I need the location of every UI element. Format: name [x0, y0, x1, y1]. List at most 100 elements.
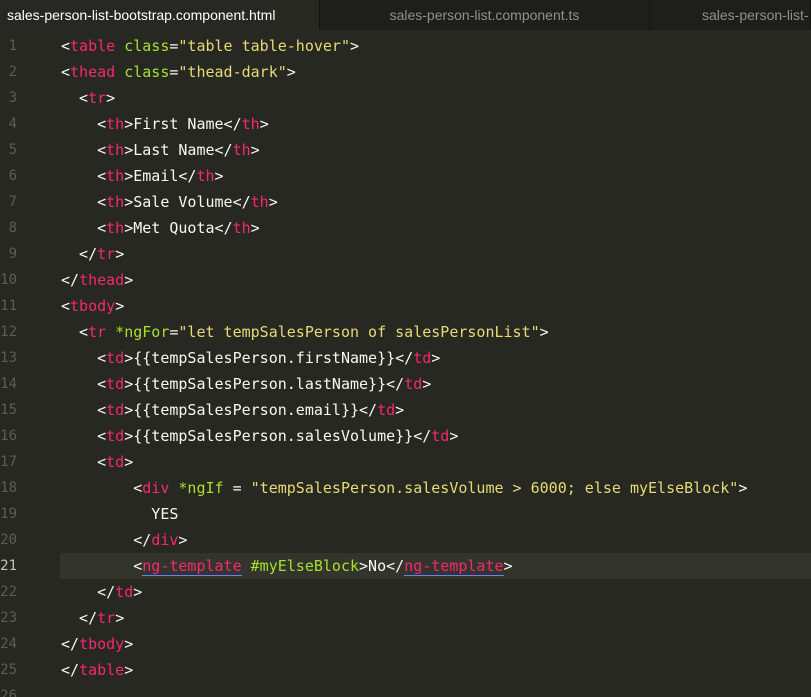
code-text: < — [61, 349, 107, 367]
code-text: < — [61, 427, 107, 445]
code-text: > — [250, 219, 260, 237]
code-text: >Sale Volume</ — [124, 193, 251, 211]
code-text: > — [214, 167, 224, 185]
line-code: <th>Sale Volume</th> — [61, 189, 278, 215]
code-line[interactable]: 7 <th>Sale Volume</th> — [0, 189, 811, 215]
code-line[interactable]: 16 <td>{{tempSalesPerson.salesVolume}}</… — [0, 423, 811, 449]
code-line[interactable]: 10 </thead> — [0, 267, 811, 293]
code-text: < — [61, 557, 143, 575]
tag-name: ng-template — [142, 557, 242, 576]
line-number: 15 — [0, 402, 17, 418]
tag-name: table — [79, 661, 125, 679]
code-text: </ — [61, 531, 152, 549]
line-number: 23 — [0, 610, 17, 626]
code-text: </ — [61, 661, 80, 679]
attribute-value: "let tempSalesPerson of salesPersonList" — [178, 323, 540, 341]
tag-name: th — [232, 141, 251, 159]
tag-name: td — [377, 401, 396, 419]
code-line[interactable]: 13 <td>{{tempSalesPerson.firstName}}</td… — [0, 345, 811, 371]
code-line[interactable]: 2 <thead class="thead-dark"> — [0, 59, 811, 85]
code-text: < — [61, 141, 107, 159]
code-line[interactable]: 9 </tr> — [0, 241, 811, 267]
code-line[interactable]: 21 <ng-template #myElseBlock>No</ng-temp… — [0, 553, 811, 579]
tag-name: td — [106, 453, 125, 471]
code-line[interactable]: 12 <tr *ngFor="let tempSalesPerson of sa… — [0, 319, 811, 345]
attribute-name: class — [124, 63, 170, 81]
line-code: <th>Met Quota</th> — [61, 215, 260, 241]
line-code: <td> — [61, 449, 133, 475]
code-text: < — [61, 453, 107, 471]
line-code: <ng-template #myElseBlock>No</ng-templat… — [61, 553, 513, 579]
tag-name: thead — [70, 63, 116, 81]
code-line[interactable]: 22 </td> — [0, 579, 811, 605]
line-number: 7 — [8, 194, 17, 210]
code-text: > — [115, 609, 125, 627]
line-code: </table> — [61, 657, 133, 683]
code-text: > — [449, 427, 459, 445]
code-line[interactable]: 20 </div> — [0, 527, 811, 553]
code-line[interactable]: 14 <td>{{tempSalesPerson.lastName}}</td> — [0, 371, 811, 397]
tag-name: td — [106, 427, 125, 445]
code-line[interactable]: 23 </tr> — [0, 605, 811, 631]
tag-name: tr — [88, 89, 107, 107]
code-text: = — [223, 479, 251, 497]
line-code: <div *ngIf = "tempSalesPerson.salesVolum… — [61, 475, 747, 501]
tab-sales-person-list-truncated[interactable]: sales-person-list- — [650, 0, 811, 30]
line-number: 16 — [0, 428, 17, 444]
code-line[interactable]: 5 <th>Last Name</th> — [0, 137, 811, 163]
code-text: < — [61, 401, 107, 419]
line-code: </td> — [61, 579, 142, 605]
tag-name: div — [142, 479, 170, 497]
code-text: </ — [61, 635, 80, 653]
line-code: <th>Last Name</th> — [61, 137, 260, 163]
line-number: 10 — [0, 272, 17, 288]
code-line[interactable]: 15 <td>{{tempSalesPerson.email}}</td> — [0, 397, 811, 423]
code-line[interactable]: 4 <th>First Name</th> — [0, 111, 811, 137]
code-text: > — [133, 583, 143, 601]
code-text: > — [250, 141, 260, 159]
tag-name: tbody — [79, 635, 125, 653]
line-code: </div> — [61, 527, 187, 553]
tab-sales-person-list-bootstrap-html[interactable]: sales-person-list-bootstrap.component.ht… — [0, 0, 320, 30]
line-code: <th>First Name</th> — [61, 111, 269, 137]
tag-name: th — [106, 193, 125, 211]
attribute-name: #myElseBlock — [250, 557, 360, 575]
code-line[interactable]: 19 YES — [0, 501, 811, 527]
code-text: < — [61, 297, 71, 315]
code-text: >Met Quota</ — [124, 219, 233, 237]
line-code: </thead> — [61, 267, 133, 293]
line-code: <td>{{tempSalesPerson.email}}</td> — [61, 397, 404, 423]
code-line[interactable]: 1 <table class="table table-hover"> — [0, 33, 811, 59]
code-line[interactable]: 11 <tbody> — [0, 293, 811, 319]
line-number: 8 — [8, 220, 17, 236]
code-line[interactable]: 24 </tbody> — [0, 631, 811, 657]
tab-sales-person-list-component-ts[interactable]: sales-person-list.component.ts — [320, 0, 650, 30]
code-text: < — [61, 37, 71, 55]
line-code: <tr> — [61, 85, 115, 111]
code-text: < — [61, 375, 107, 393]
code-line[interactable]: 6 <th>Email</th> — [0, 163, 811, 189]
code-text: </ — [61, 583, 116, 601]
code-line[interactable]: 8 <th>Met Quota</th> — [0, 215, 811, 241]
code-line[interactable]: 26 — [0, 683, 811, 697]
code-line[interactable]: 18 <div *ngIf = "tempSalesPerson.salesVo… — [0, 475, 811, 501]
line-code: </tr> — [61, 241, 124, 267]
line-number: 5 — [8, 142, 17, 158]
code-line[interactable]: 25 </table> — [0, 657, 811, 683]
attribute-name: *ngIf — [178, 479, 224, 497]
code-text: < — [61, 479, 143, 497]
code-line[interactable]: 3 <tr> — [0, 85, 811, 111]
code-line[interactable]: 17 <td> — [0, 449, 811, 475]
code-editor[interactable]: 1 <table class="table table-hover"> 2 <thea… — [0, 33, 811, 697]
tag-name: td — [115, 583, 134, 601]
code-text: >No</ — [359, 557, 405, 575]
attribute-value: "tempSalesPerson.salesVolume > 6000; els… — [250, 479, 739, 497]
attribute-value: "table table-hover" — [178, 37, 350, 55]
line-number: 25 — [0, 662, 17, 678]
tag-name: td — [404, 375, 423, 393]
code-text: > — [106, 89, 116, 107]
tag-name: tr — [88, 323, 107, 341]
tag-name: td — [106, 375, 125, 393]
